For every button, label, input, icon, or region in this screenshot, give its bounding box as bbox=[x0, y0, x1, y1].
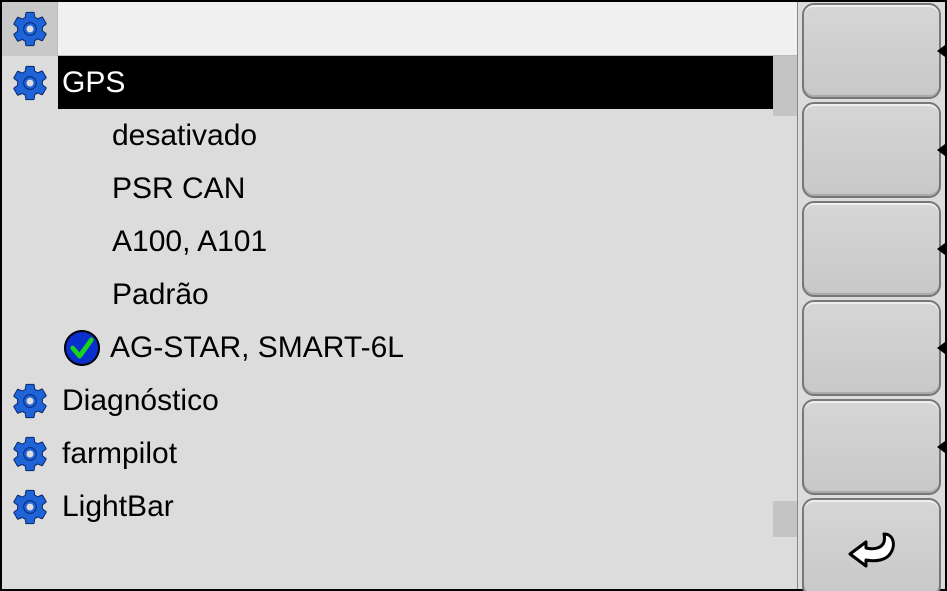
check-icon bbox=[64, 330, 100, 366]
option-label: A100, A101 bbox=[108, 225, 773, 259]
section-diagnostico[interactable]: Diagnóstico bbox=[2, 374, 797, 427]
option-ag-star-smart-6l[interactable]: AG-STAR, SMART-6L bbox=[2, 321, 797, 374]
side-button-4[interactable] bbox=[802, 300, 941, 396]
scrollbar-thumb[interactable] bbox=[773, 56, 797, 116]
header-row bbox=[2, 2, 797, 56]
section-label: farmpilot bbox=[58, 437, 773, 471]
section-lightbar[interactable]: LightBar bbox=[2, 480, 797, 533]
section-label: GPS bbox=[58, 66, 773, 100]
sidebar bbox=[797, 2, 945, 589]
side-button-1[interactable] bbox=[802, 3, 941, 99]
main-panel: GPS desativado PSR CAN bbox=[2, 2, 797, 589]
gear-icon bbox=[2, 487, 58, 527]
option-desativado[interactable]: desativado bbox=[2, 109, 797, 162]
back-icon bbox=[840, 524, 904, 572]
option-label: Padrão bbox=[108, 278, 773, 312]
section-label: LightBar bbox=[58, 490, 773, 524]
section-label: Diagnóstico bbox=[58, 384, 773, 418]
side-button-2[interactable] bbox=[802, 102, 941, 198]
back-button[interactable] bbox=[802, 498, 941, 591]
option-padrao[interactable]: Padrão bbox=[2, 268, 797, 321]
option-psr-can[interactable]: PSR CAN bbox=[2, 162, 797, 215]
gear-icon bbox=[2, 381, 58, 421]
menu-list: GPS desativado PSR CAN bbox=[2, 56, 797, 589]
side-button-3[interactable] bbox=[802, 201, 941, 297]
section-farmpilot[interactable]: farmpilot bbox=[2, 427, 797, 480]
screen: GPS desativado PSR CAN bbox=[0, 0, 947, 591]
option-label: AG-STAR, SMART-6L bbox=[100, 331, 773, 365]
side-button-5[interactable] bbox=[802, 399, 941, 495]
header-gear-icon bbox=[2, 2, 58, 56]
scrollbar-thumb[interactable] bbox=[773, 501, 797, 537]
option-a100-a101[interactable]: A100, A101 bbox=[2, 215, 797, 268]
option-label: PSR CAN bbox=[108, 172, 773, 206]
header-spacer bbox=[58, 2, 797, 56]
gear-icon bbox=[2, 63, 58, 103]
option-label: desativado bbox=[108, 119, 773, 153]
gear-icon bbox=[2, 434, 58, 474]
section-gps[interactable]: GPS bbox=[2, 56, 797, 109]
scrollbar[interactable] bbox=[773, 56, 797, 589]
